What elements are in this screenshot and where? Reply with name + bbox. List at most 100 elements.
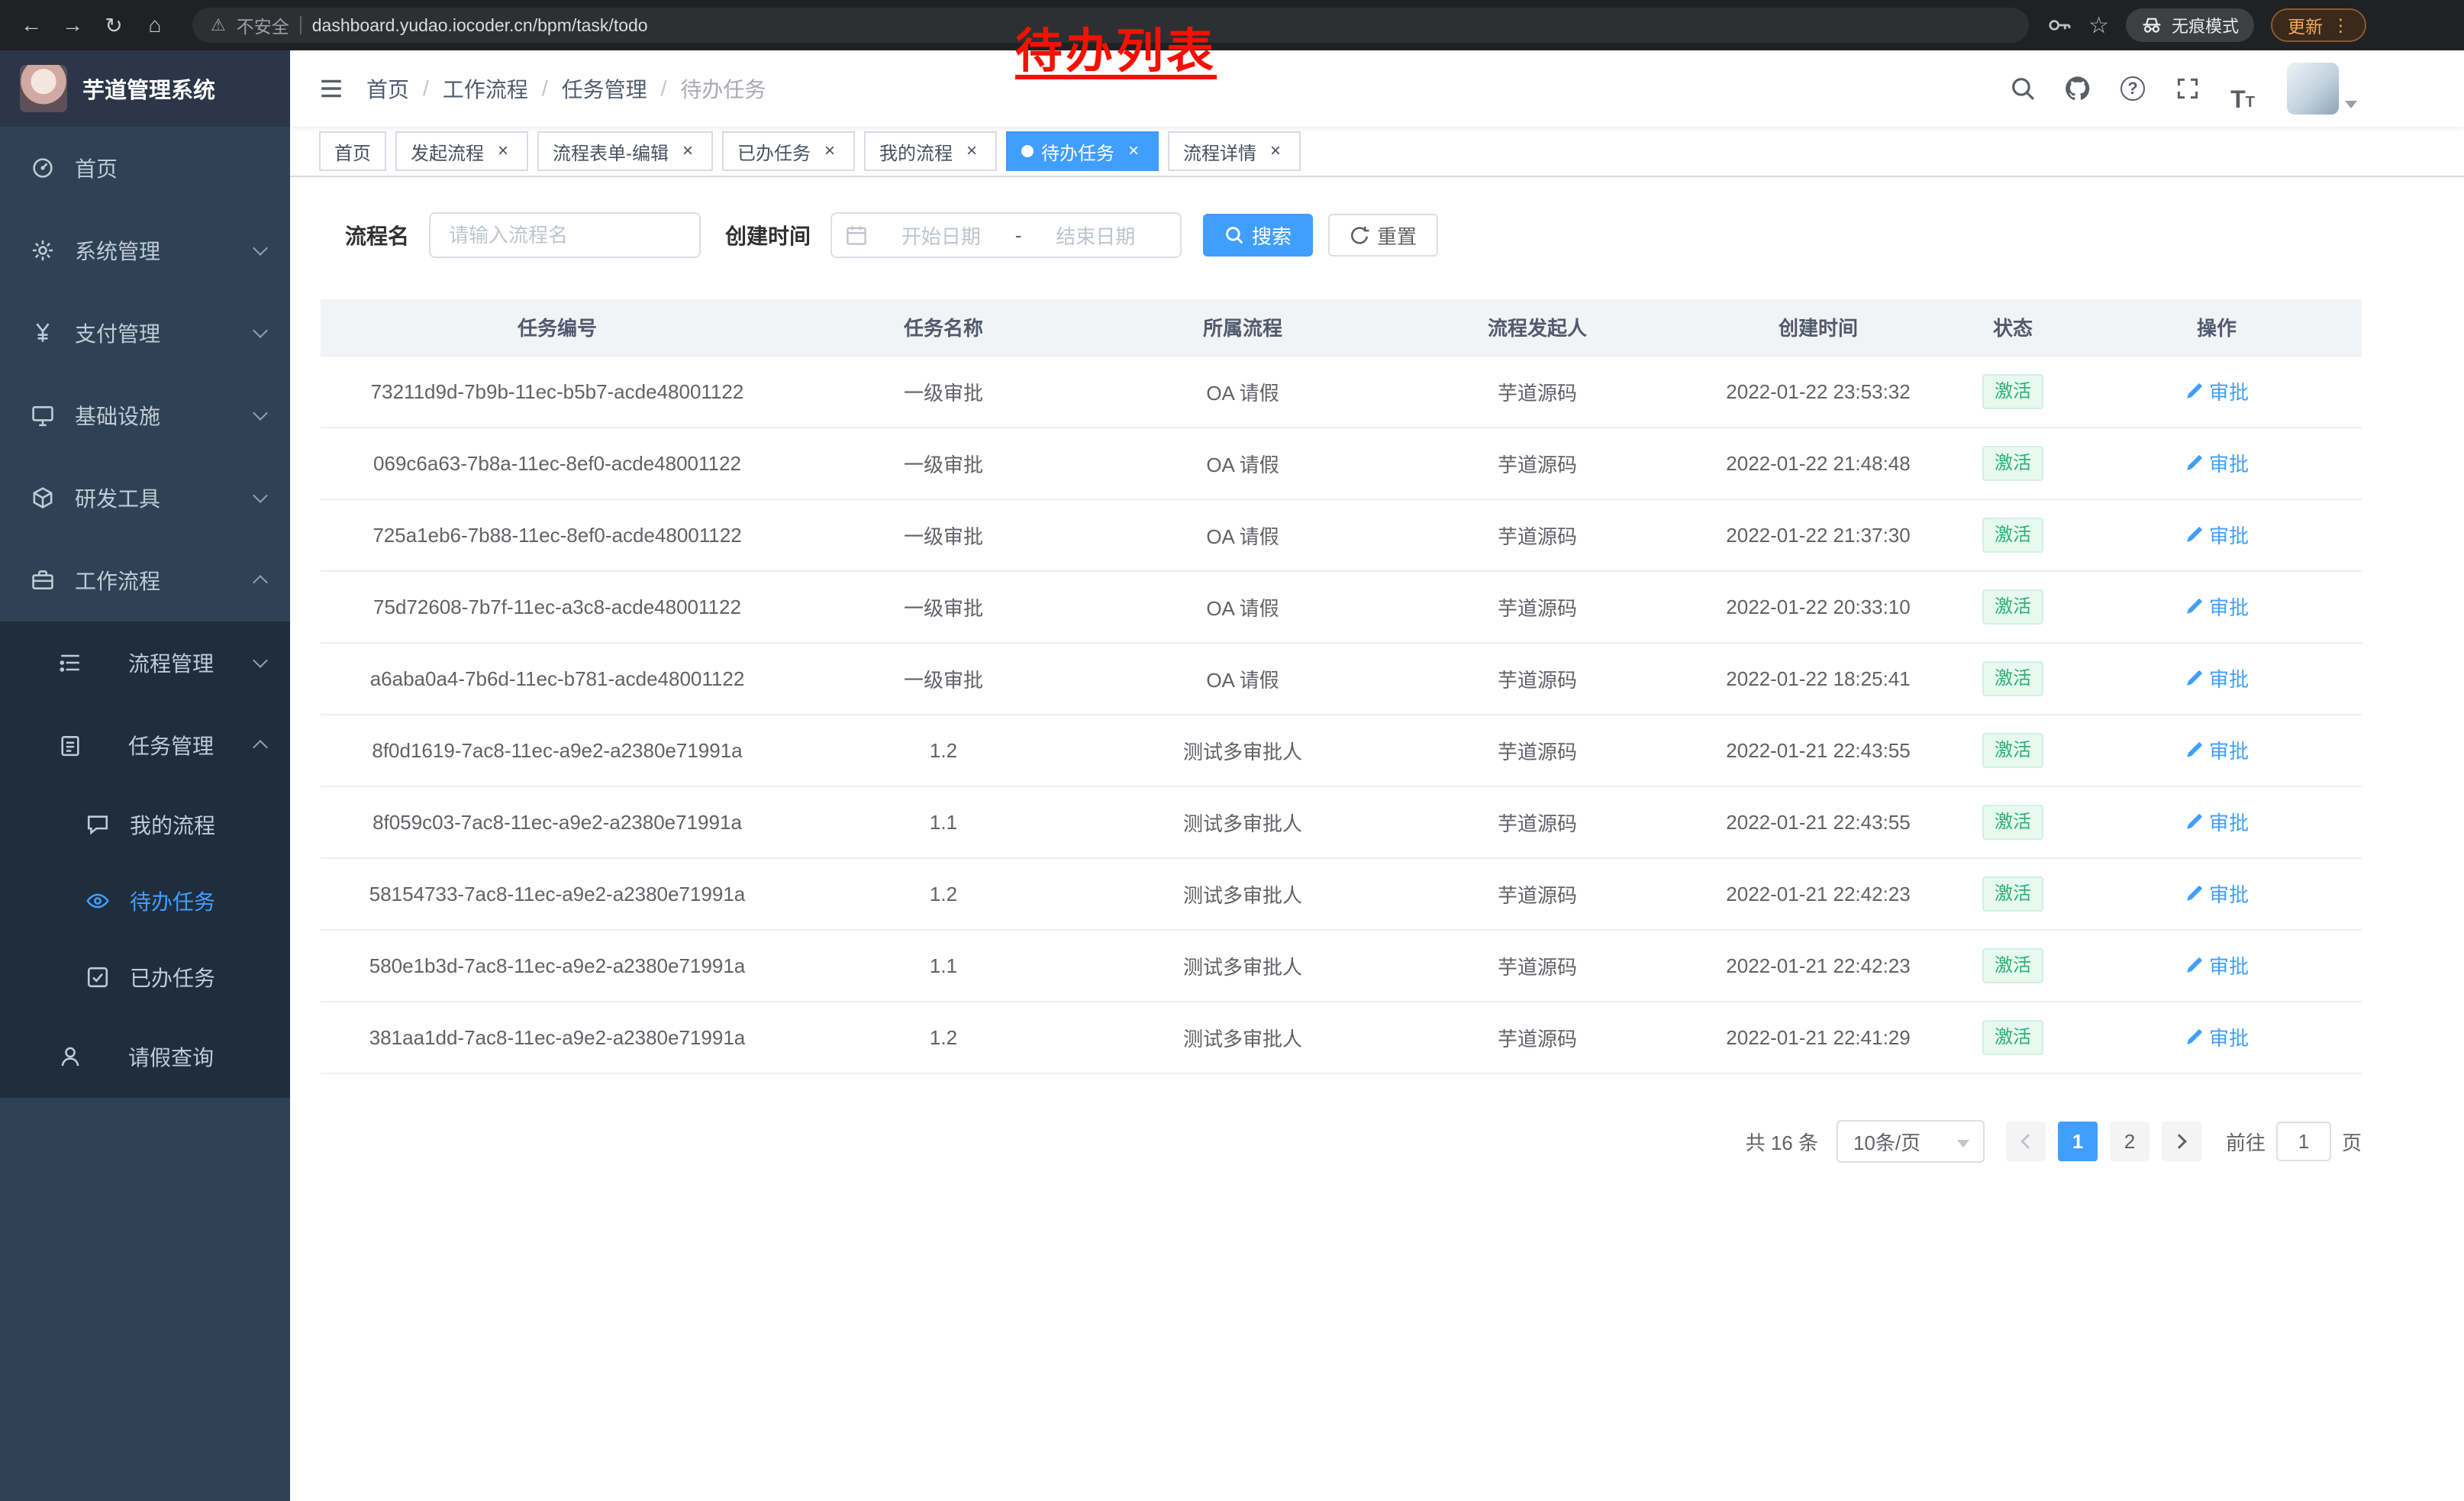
font-size-icon[interactable]: TT	[2220, 66, 2266, 111]
sidebar-item-payment[interactable]: 支付管理	[0, 292, 290, 374]
approve-link[interactable]: 审批	[2185, 449, 2249, 477]
cell-status: 激活	[1954, 858, 2072, 930]
prev-page-button[interactable]	[2006, 1122, 2046, 1161]
close-icon[interactable]: ×	[1124, 141, 1143, 161]
tab-start-process[interactable]: 发起流程 ×	[395, 131, 528, 171]
cell-process: OA 请假	[1093, 428, 1392, 499]
process-name-input[interactable]	[429, 212, 701, 258]
security-warning-icon: ⚠	[211, 15, 226, 35]
key-icon[interactable]	[2047, 13, 2072, 37]
approve-link[interactable]: 审批	[2185, 808, 2249, 836]
approve-link[interactable]: 审批	[2185, 664, 2249, 692]
sidebar-item-infrastructure[interactable]: 基础设施	[0, 374, 290, 457]
browser-home-button[interactable]: ⌂	[136, 6, 174, 44]
tab-home[interactable]: 首页	[319, 131, 386, 171]
sidebar-item-home[interactable]: 首页	[0, 127, 290, 209]
browser-back-button[interactable]: ←	[12, 6, 50, 44]
sidebar-item-done-tasks[interactable]: 已办任务	[0, 939, 290, 1015]
tab-done-tasks[interactable]: 已办任务 ×	[722, 131, 855, 171]
browser-menu-icon[interactable]: ⋮	[2332, 15, 2350, 36]
close-icon[interactable]: ×	[962, 141, 982, 161]
chevron-down-icon	[253, 405, 268, 421]
sidebar-item-system[interactable]: 系统管理	[0, 209, 290, 292]
edit-pen-icon	[2185, 1028, 2203, 1047]
cell-actions: 审批	[2072, 428, 2362, 499]
approve-link[interactable]: 审批	[2185, 951, 2249, 980]
cell-process: OA 请假	[1093, 571, 1392, 643]
reset-button[interactable]: 重置	[1328, 214, 1438, 257]
cell-initiator: 芋道源码	[1392, 1002, 1682, 1073]
approve-link[interactable]: 审批	[2185, 521, 2249, 549]
bookmark-star-icon[interactable]: ☆	[2088, 12, 2109, 39]
approve-link[interactable]: 审批	[2185, 1023, 2249, 1051]
close-icon[interactable]: ×	[820, 141, 840, 161]
logo-image	[20, 65, 67, 112]
approve-link[interactable]: 审批	[2185, 880, 2249, 908]
close-icon[interactable]: ×	[1266, 141, 1285, 161]
avatar[interactable]	[2287, 63, 2339, 115]
tab-my-processes[interactable]: 我的流程 ×	[864, 131, 997, 171]
search-icon	[1224, 225, 1244, 245]
col-status: 状态	[1954, 299, 2072, 356]
breadcrumb-workflow[interactable]: 工作流程	[443, 73, 528, 104]
browser-forward-button[interactable]: →	[53, 6, 92, 44]
table-header-row: 任务编号 任务名称 所属流程 流程发起人 创建时间 状态 操作	[321, 299, 2362, 356]
page-button-2[interactable]: 2	[2110, 1122, 2150, 1161]
breadcrumb-home[interactable]: 首页	[366, 73, 409, 104]
cell-create-time: 2022-01-22 21:37:30	[1682, 499, 1954, 571]
sidebar-item-process-management[interactable]: 流程管理	[0, 621, 290, 704]
browser-update-button[interactable]: 更新 ⋮	[2271, 8, 2366, 42]
edit-pen-icon	[2185, 957, 2203, 975]
date-range-picker[interactable]: 开始日期 - 结束日期	[830, 212, 1182, 258]
todo-task-table: 任务编号 任务名称 所属流程 流程发起人 创建时间 状态 操作 73211d9d…	[321, 299, 2362, 1074]
cell-actions: 审批	[2072, 930, 2362, 1002]
help-icon[interactable]: ?	[2110, 66, 2156, 111]
table-row: a6aba0a4-7b6d-11ec-b781-acde48001122 一级审…	[321, 643, 2362, 715]
next-page-button[interactable]	[2162, 1122, 2201, 1161]
sidebar-toggle-button[interactable]	[305, 63, 357, 115]
goto-page-input[interactable]	[2276, 1122, 2331, 1161]
page-button-1[interactable]: 1	[2058, 1122, 2098, 1161]
search-icon[interactable]	[2000, 66, 2046, 111]
github-icon[interactable]	[2055, 66, 2101, 111]
cell-task-name: 一级审批	[794, 499, 1093, 571]
cell-task-name: 1.1	[794, 786, 1093, 858]
fullscreen-icon[interactable]	[2165, 66, 2211, 111]
sidebar-item-todo-tasks[interactable]: 待办任务	[0, 863, 290, 939]
clipboard-icon	[58, 733, 82, 757]
eye-icon	[85, 889, 110, 913]
table-row: 381aa1dd-7ac8-11ec-a9e2-a2380e71991a 1.2…	[321, 1002, 2362, 1073]
pagination-total: 共 16 条	[1746, 1128, 1818, 1156]
approve-link[interactable]: 审批	[2185, 377, 2249, 405]
search-button[interactable]: 搜索	[1203, 214, 1313, 257]
sidebar-item-my-processes[interactable]: 我的流程	[0, 786, 290, 863]
sidebar-item-workflow[interactable]: 工作流程	[0, 539, 290, 621]
gear-icon	[31, 238, 55, 263]
user-menu[interactable]	[2287, 63, 2357, 115]
active-tab-dot	[1021, 145, 1034, 157]
sidebar-item-devtools[interactable]: 研发工具	[0, 457, 290, 539]
approve-link[interactable]: 审批	[2185, 736, 2249, 764]
page-size-select[interactable]: 10条/页	[1837, 1120, 1985, 1163]
breadcrumb-task-management[interactable]: 任务管理	[562, 73, 647, 104]
sidebar-item-leave-query[interactable]: 请假查询	[0, 1015, 290, 1098]
close-icon[interactable]: ×	[493, 141, 513, 161]
cell-create-time: 2022-01-22 20:33:10	[1682, 571, 1954, 643]
tab-process-form-edit[interactable]: 流程表单-编辑 ×	[537, 131, 713, 171]
browser-reload-button[interactable]: ↻	[95, 6, 133, 44]
col-actions: 操作	[2072, 299, 2362, 356]
start-date-placeholder[interactable]: 开始日期	[870, 221, 1012, 250]
cell-task-name: 1.2	[794, 858, 1093, 930]
tab-todo-tasks[interactable]: 待办任务 ×	[1006, 131, 1159, 171]
status-badge: 激活	[1982, 876, 2043, 912]
tab-process-detail[interactable]: 流程详情 ×	[1168, 131, 1301, 171]
approve-link[interactable]: 审批	[2185, 592, 2249, 621]
edit-pen-icon	[2185, 670, 2203, 688]
sidebar-item-task-management[interactable]: 任务管理	[0, 704, 290, 786]
table-row: 580e1b3d-7ac8-11ec-a9e2-a2380e71991a 1.1…	[321, 930, 2362, 1002]
end-date-placeholder[interactable]: 结束日期	[1024, 221, 1166, 250]
close-icon[interactable]: ×	[678, 141, 698, 161]
cell-task-id: 58154733-7ac8-11ec-a9e2-a2380e71991a	[321, 858, 794, 930]
cell-create-time: 2022-01-21 22:43:55	[1682, 715, 1954, 786]
cell-status: 激活	[1954, 786, 2072, 858]
